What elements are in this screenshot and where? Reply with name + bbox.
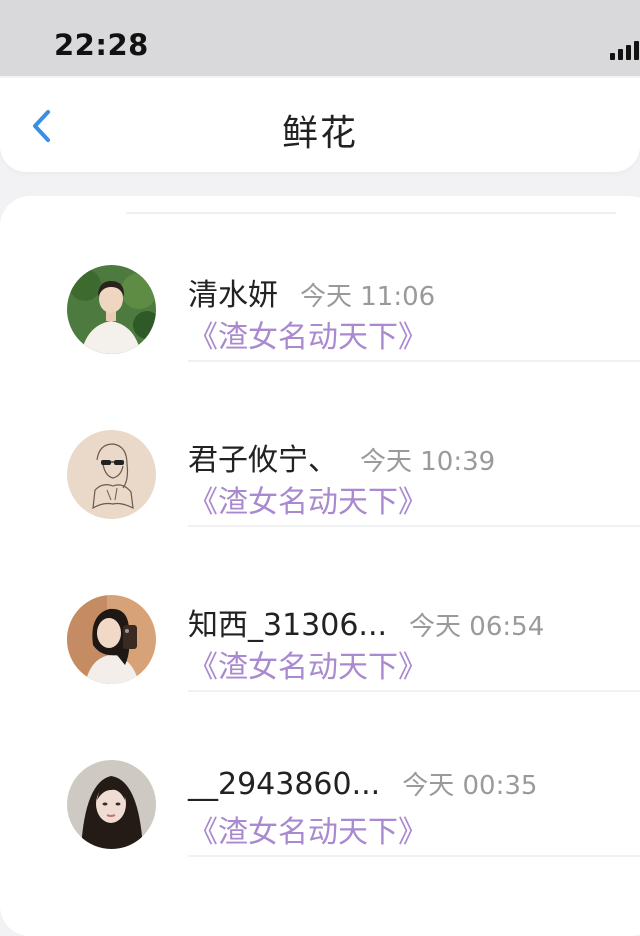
- user-name: 清水妍: [188, 278, 278, 313]
- message-time: 今天 11:06: [300, 282, 436, 312]
- page-title: 鲜花: [281, 113, 358, 154]
- user-name: __2943860...: [188, 767, 381, 802]
- message-preview: 《渣女名动天下》: [188, 815, 428, 850]
- avatar[interactable]: [67, 265, 156, 354]
- message-time: 今天 10:39: [360, 447, 496, 477]
- avatar-sketch-icon: [67, 430, 156, 519]
- status-bar: 22:28: [0, 0, 640, 76]
- name-row: 知西_31306... 今天 06:54: [188, 600, 544, 644]
- avatar[interactable]: [67, 595, 156, 684]
- avatar-photo-icon: [67, 760, 156, 849]
- divider: [188, 855, 640, 857]
- user-name: 君子攸宁、: [188, 443, 338, 478]
- list-item[interactable]: 清水妍 今天 11:06 《渣女名动天下》: [0, 196, 640, 362]
- message-time: 今天 00:35: [402, 771, 538, 801]
- message-time: 今天 06:54: [409, 612, 545, 642]
- status-time: 22:28: [54, 28, 149, 62]
- name-row: 清水妍 今天 11:06: [188, 270, 435, 314]
- avatar[interactable]: [67, 760, 156, 849]
- message-preview: 《渣女名动天下》: [188, 320, 428, 355]
- signal-icon: [610, 40, 640, 60]
- avatar[interactable]: [67, 430, 156, 519]
- avatar-photo-icon: [67, 265, 156, 354]
- list-item[interactable]: 君子攸宁、 今天 10:39 《渣女名动天下》: [0, 361, 640, 527]
- list-item[interactable]: __2943860... 今天 00:35 《渣女名动天下》: [0, 691, 640, 857]
- list-item[interactable]: 知西_31306... 今天 06:54 《渣女名动天下》: [0, 526, 640, 692]
- name-row: 君子攸宁、 今天 10:39: [188, 435, 495, 479]
- message-preview: 《渣女名动天下》: [188, 650, 428, 685]
- message-preview: 《渣女名动天下》: [188, 485, 428, 520]
- user-name: 知西_31306...: [188, 608, 388, 643]
- name-row: __2943860... 今天 00:35: [188, 765, 537, 802]
- avatar-photo-icon: [67, 595, 156, 684]
- navigation-bar: 鲜花: [0, 78, 640, 172]
